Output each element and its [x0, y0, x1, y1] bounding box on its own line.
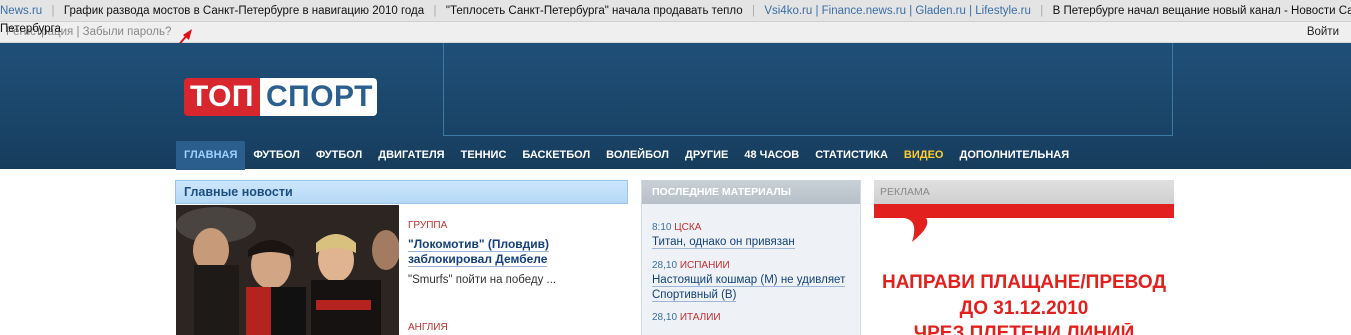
login-bar: Регистрация | Забыли пароль? Петербурга … — [0, 22, 1351, 43]
latest-item-tag[interactable]: ЦСКА — [674, 222, 701, 233]
latest-item-time: 28,10 — [652, 312, 678, 323]
list-item: 28,10 ИСПАНИИ Настоящий кошмар (М) не уд… — [642, 260, 860, 303]
news-summary: "Smurfs" пойти на победу ... — [408, 274, 557, 286]
latest-item-time: 28,10 — [652, 260, 678, 271]
nav-item-football-2[interactable]: ФУТБОЛ — [308, 141, 370, 170]
site-header: ТОП СПОРТ ГЛАВНАЯ ФУТБОЛ ФУТБОЛ ДВИГАТЕЛ… — [0, 43, 1351, 170]
nav-item-football[interactable]: ФУТБОЛ — [245, 141, 307, 170]
latest-item-tag[interactable]: ИСПАНИИ — [680, 260, 730, 271]
main-news-title: Главные новости — [184, 185, 293, 199]
news-ticker: News.ru | График развода мостов в Санкт-… — [0, 0, 1351, 22]
nav-item-home[interactable]: ГЛАВНАЯ — [176, 141, 246, 170]
nav-item-basketball[interactable]: БАСКЕТБОЛ — [514, 141, 598, 170]
list-item: ГРУППА "Локомотив" (Пловдив) заблокирова… — [408, 220, 626, 286]
list-item: 8:10 ЦСКА Титан, однако он привязан — [642, 222, 860, 250]
list-item: 28,10 ИТАЛИИ — [642, 312, 860, 323]
nav-item-tennis[interactable]: ТЕННИС — [453, 141, 515, 170]
football-players-image — [176, 205, 399, 335]
ad-text-line-3[interactable]: ЧРЕЗ ПЛЕТЕНИ ЛИНИЙ — [874, 323, 1174, 335]
news-title-link[interactable]: "Локомотив" (Пловдив) заблокировал Дембе… — [408, 237, 550, 267]
latest-item-tag[interactable]: ИТАЛИИ — [680, 312, 721, 323]
news-category[interactable]: ГРУППА — [408, 220, 626, 231]
latest-item-link[interactable]: Титан, однако он привязан — [652, 236, 795, 249]
latest-materials-title: ПОСЛЕДНИЕ МАТЕРИАЛЫ — [642, 180, 860, 204]
ticker-overflow-text: Петербурга — [0, 23, 61, 35]
header-banner[interactable] — [443, 43, 1173, 136]
ad-block: РЕКЛАМА НАПРАВИ ПЛАЩАНЕ/ПРЕВОД ДО 31.12.… — [874, 180, 1174, 335]
list-item: АНГЛИЯ — [408, 322, 448, 333]
ticker-separator: | — [51, 5, 55, 17]
nav-item-volleyball[interactable]: ВОЛЕЙБОЛ — [598, 141, 677, 170]
latest-item-time: 8:10 — [652, 222, 672, 233]
latest-materials: ПОСЛЕДНИЕ МАТЕРИАЛЫ 8:10 ЦСКА Титан, одн… — [641, 180, 861, 335]
ticker-separator: | — [751, 5, 755, 17]
latest-item-link[interactable]: Настоящий кошмар (М) не удивляет Спортив… — [652, 274, 846, 302]
ticker-separator: | — [1040, 5, 1044, 17]
main-news-photo[interactable] — [176, 205, 399, 335]
latest-item-meta: 8:10 ЦСКА — [652, 222, 850, 233]
news-category[interactable]: АНГЛИЯ — [408, 322, 448, 333]
ticker-news-link[interactable]: График развода мостов в Санкт-Петербурге… — [64, 0, 424, 21]
latest-item-meta: 28,10 ИСПАНИИ — [652, 260, 850, 271]
ad-swoosh-icon — [874, 204, 1174, 242]
ticker-source-link[interactable]: News.ru — [0, 0, 42, 21]
logo-part-sport: СПОРТ — [259, 78, 377, 116]
nav-item-motors[interactable]: ДВИГАТЕЛЯ — [370, 141, 452, 170]
ad-text-line-2[interactable]: ДО 31.12.2010 — [874, 298, 1174, 320]
ticker-source-links[interactable]: Vsi4ko.ru | Finance.news.ru | Gladen.ru … — [764, 0, 1031, 21]
ad-heading: РЕКЛАМА — [874, 180, 1174, 204]
ad-text-line-1[interactable]: НАПРАВИ ПЛАЩАНЕ/ПРЕВОД — [874, 272, 1174, 294]
ticker-separator: | — [433, 5, 437, 17]
ticker-news-link[interactable]: "Теплосеть Санкт-Петербурга" начала прод… — [446, 0, 743, 21]
main-news-header: Главные новости — [175, 180, 628, 204]
login-link[interactable]: Войти — [1307, 26, 1339, 38]
site-logo[interactable]: ТОП СПОРТ — [184, 78, 377, 116]
main-nav: ГЛАВНАЯ ФУТБОЛ ФУТБОЛ ДВИГАТЕЛЯ ТЕННИС Б… — [176, 141, 1077, 170]
nav-item-video[interactable]: ВИДЕО — [896, 141, 952, 170]
nav-item-48-hours[interactable]: 48 ЧАСОВ — [736, 141, 807, 170]
ticker-news-link[interactable]: В Петербурге начал вещание новый канал -… — [1053, 0, 1351, 21]
latest-item-meta: 28,10 ИТАЛИИ — [652, 312, 850, 323]
nav-item-statistics[interactable]: СТАТИСТИКА — [807, 141, 896, 170]
nav-item-other[interactable]: ДРУГИЕ — [677, 141, 736, 170]
logo-part-top: ТОП — [184, 78, 260, 116]
nav-item-additional[interactable]: ДОПОЛНИТЕЛЬНАЯ — [952, 141, 1078, 170]
